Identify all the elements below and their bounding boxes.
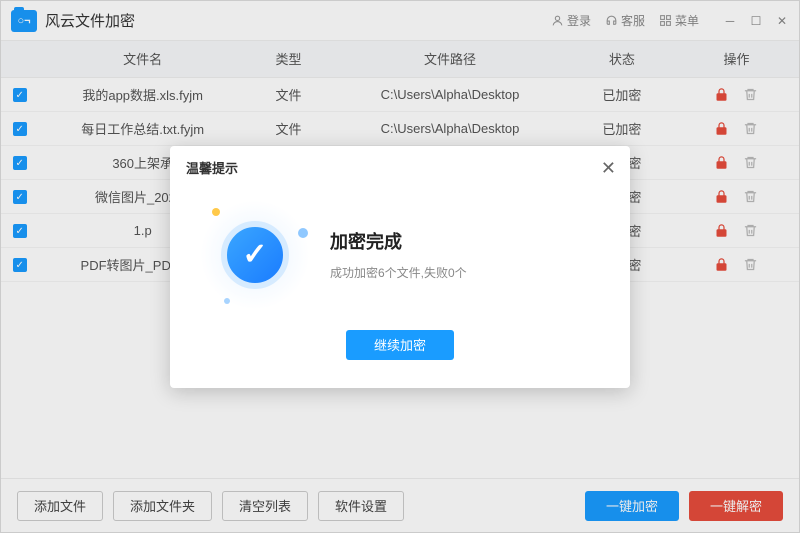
dialog-title: 温馨提示 [186,158,238,177]
modal-overlay: 温馨提示 ✕ 加密完成 成功加密6个文件,失败0个 继续加密 [0,0,800,533]
dialog-heading: 加密完成 [330,228,600,254]
dialog-text: 成功加密6个文件,失败0个 [330,264,600,281]
dialog-message: 加密完成 成功加密6个文件,失败0个 [330,228,600,281]
dialog-body: 加密完成 成功加密6个文件,失败0个 [170,190,630,330]
continue-encrypt-button[interactable]: 继续加密 [346,330,454,360]
dialog-header: 温馨提示 ✕ [170,146,630,190]
dialog-close-button[interactable]: ✕ [601,158,616,179]
success-check-icon [200,200,310,310]
success-dialog: 温馨提示 ✕ 加密完成 成功加密6个文件,失败0个 继续加密 [170,146,630,388]
